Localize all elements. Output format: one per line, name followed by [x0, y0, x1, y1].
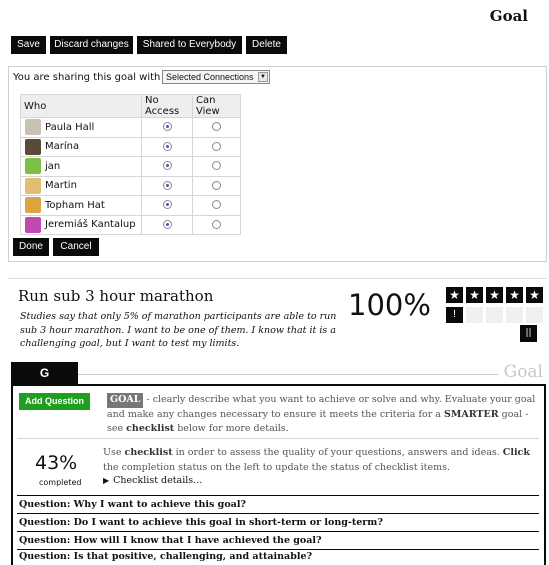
- sharing-select[interactable]: Selected Connections ▼: [162, 70, 270, 84]
- pattern-avatar-icon: [25, 216, 41, 233]
- divider: [17, 438, 539, 439]
- can-view-radio[interactable]: [212, 219, 221, 229]
- user-name: Paula Hall: [45, 121, 95, 133]
- star-icon[interactable]: ★: [446, 287, 463, 303]
- done-button[interactable]: Done: [13, 238, 49, 256]
- no-access-radio[interactable]: [162, 161, 172, 171]
- goal-instructions: GOAL - clearly describe what you want to…: [107, 393, 536, 434]
- question-row[interactable]: Question: How will I know that I have ac…: [19, 535, 537, 546]
- shared-to-everybody-button[interactable]: Shared to Everybody: [137, 36, 242, 54]
- column-header-can-view: Can View: [192, 94, 241, 118]
- table-row: Paula Hall: [20, 117, 241, 138]
- woman-avatar-icon: [25, 119, 41, 136]
- star-icon[interactable]: ★: [486, 287, 503, 303]
- can-view-radio[interactable]: [212, 180, 221, 190]
- cartoon-avatar-icon: [25, 177, 41, 194]
- empty-slot[interactable]: [466, 307, 483, 323]
- pattern-avatar-icon: [25, 158, 41, 175]
- divider: [17, 513, 539, 514]
- goal-description: Studies say that only 5% of marathon par…: [20, 311, 337, 349]
- section-title: Goal: [503, 362, 543, 382]
- divider: [17, 549, 539, 550]
- table-row: Jeremiáš Kantalup: [20, 214, 241, 235]
- hat-avatar-icon: [25, 197, 41, 214]
- portrait-avatar-icon: [25, 138, 41, 155]
- goal-heading: Run sub 3 hour marathon: [18, 287, 214, 305]
- no-access-radio[interactable]: [162, 180, 172, 190]
- can-view-radio[interactable]: [212, 161, 221, 171]
- sharing-panel: You are sharing this goal with Selected …: [8, 66, 547, 262]
- no-access-radio[interactable]: [162, 219, 172, 229]
- table-row: Martin: [20, 175, 241, 196]
- delete-button[interactable]: Delete: [246, 36, 287, 54]
- user-name: Topham Hat: [45, 199, 105, 211]
- tab-goal[interactable]: G: [11, 362, 78, 384]
- checklist-keyword: checklist: [126, 423, 175, 434]
- table-row: Marína: [20, 136, 241, 157]
- user-name: Marína: [45, 141, 80, 153]
- can-view-radio[interactable]: [212, 141, 221, 151]
- sharing-prompt: You are sharing this goal with: [13, 72, 161, 83]
- goal-card: Run sub 3 hour marathon Studies say that…: [8, 278, 547, 362]
- permissions-table: Who No Access Can View Paula Hall Marína j…: [20, 94, 241, 235]
- user-name: Martin: [45, 180, 77, 192]
- completion-percent[interactable]: 43%: [35, 452, 77, 474]
- page-title: Goal: [489, 7, 528, 25]
- checklist-instructions: Use checklist in order to assess the qua…: [103, 447, 530, 473]
- empty-slot[interactable]: [526, 307, 543, 323]
- goal-keyword-badge: GOAL: [107, 393, 144, 408]
- pause-icon[interactable]: ||: [520, 325, 537, 342]
- table-row: jan: [20, 156, 241, 177]
- checklist-details-toggle[interactable]: ▶ Checklist details...: [103, 475, 202, 486]
- star-icon[interactable]: ★: [466, 287, 483, 303]
- completion-label: completed: [39, 478, 82, 487]
- can-view-radio[interactable]: [212, 200, 221, 210]
- discard-changes-button[interactable]: Discard changes: [50, 36, 133, 54]
- no-access-radio[interactable]: [162, 141, 172, 151]
- tab-divider: [78, 374, 498, 375]
- user-name: jan: [45, 160, 61, 172]
- no-access-radio[interactable]: [162, 200, 172, 210]
- triangle-right-icon: ▶: [103, 476, 110, 485]
- question-row[interactable]: Question: Why I want to achieve this goa…: [19, 499, 537, 510]
- empty-slot[interactable]: [486, 307, 503, 323]
- user-name: Jeremiáš Kantalup: [45, 219, 136, 231]
- question-row[interactable]: Question: Is that positive, challenging,…: [19, 551, 537, 562]
- user-cell: Martin: [20, 175, 142, 196]
- sharing-select-value: Selected Connections: [166, 72, 254, 82]
- star-icon[interactable]: ★: [506, 287, 523, 303]
- star-icon[interactable]: ★: [526, 287, 543, 303]
- user-cell: Topham Hat: [20, 195, 142, 216]
- smarter-keyword: SMARTER: [443, 408, 499, 420]
- column-header-who: Who: [20, 94, 142, 118]
- user-cell: Jeremiáš Kantalup: [20, 214, 142, 235]
- divider: [17, 495, 539, 496]
- no-access-radio[interactable]: [162, 122, 172, 132]
- table-row: Topham Hat: [20, 195, 241, 216]
- empty-slot[interactable]: [506, 307, 523, 323]
- add-question-button[interactable]: Add Question: [19, 393, 90, 410]
- can-view-radio[interactable]: [212, 122, 221, 132]
- goal-details-panel: Add Question GOAL - clearly describe wha…: [11, 384, 546, 565]
- question-row[interactable]: Question: Do I want to achieve this goal…: [19, 517, 537, 528]
- user-cell: Paula Hall: [20, 117, 142, 138]
- user-cell: Marína: [20, 136, 142, 157]
- column-header-no-access: No Access: [141, 94, 193, 118]
- cancel-button[interactable]: Cancel: [53, 238, 99, 256]
- chevron-down-icon[interactable]: ▼: [258, 72, 268, 82]
- save-button[interactable]: Save: [11, 36, 46, 54]
- user-cell: jan: [20, 156, 142, 177]
- divider: [17, 531, 539, 532]
- goal-progress: 100%: [348, 288, 431, 322]
- alert-icon[interactable]: !: [446, 307, 463, 323]
